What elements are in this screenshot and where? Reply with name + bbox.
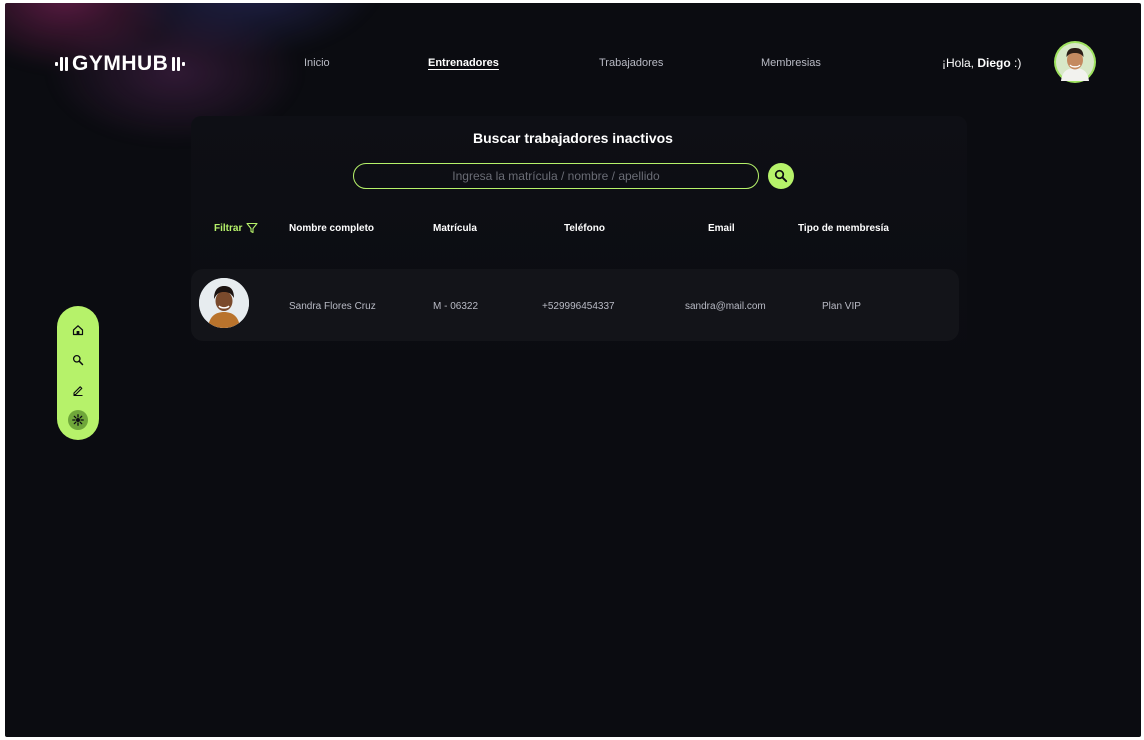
logo-bars-right-icon xyxy=(172,57,186,71)
worker-avatar xyxy=(199,278,249,328)
home-button[interactable] xyxy=(68,320,88,340)
edit-icon xyxy=(73,386,83,396)
search-icon xyxy=(774,169,788,183)
cell-telefono: +529996454337 xyxy=(542,301,615,312)
search-icon xyxy=(72,354,84,366)
user-name: Diego xyxy=(977,56,1011,70)
user-avatar[interactable] xyxy=(1054,41,1096,83)
side-toolbar xyxy=(57,306,99,440)
nav-trabajadores[interactable]: Trabajadores xyxy=(599,57,663,69)
settings-icon xyxy=(72,414,84,426)
column-header-email: Email xyxy=(708,223,735,234)
column-header-name: Nombre completo xyxy=(289,223,375,234)
column-header-matricula: Matrícula xyxy=(433,223,477,234)
greeting-suffix: :) xyxy=(1010,56,1022,70)
app-frame: GYMHUB Inicio Entrenadores Trabajadores … xyxy=(5,3,1141,737)
search-button[interactable] xyxy=(768,163,794,189)
cell-matricula: M - 06322 xyxy=(433,301,479,312)
filter-label: Filtrar xyxy=(214,222,243,234)
filter-icon xyxy=(246,222,258,234)
worker-avatar-image xyxy=(199,278,249,328)
filter-button[interactable]: Filtrar xyxy=(214,222,258,234)
search-nav-button[interactable] xyxy=(68,350,88,370)
user-avatar-image xyxy=(1056,43,1094,81)
page-title: Buscar trabajadores inactivos xyxy=(473,130,673,146)
edit-button[interactable] xyxy=(68,380,88,400)
cell-membresia: Plan VIP xyxy=(822,301,861,312)
gymhub-logo[interactable]: GYMHUB xyxy=(55,52,186,76)
cell-name: Sandra Flores Cruz xyxy=(289,301,376,312)
logo-bars-left-icon xyxy=(55,57,68,71)
nav-inicio[interactable]: Inicio xyxy=(304,57,330,69)
user-greeting: ¡Hola, Diego :) xyxy=(942,56,1021,70)
search-input[interactable] xyxy=(353,163,759,189)
greeting-prefix: ¡Hola, xyxy=(942,56,978,70)
logo-text: GYMHUB xyxy=(72,52,169,75)
nav-membresias[interactable]: Membresias xyxy=(761,57,821,69)
table-row[interactable]: Sandra Flores Cruz M - 06322 +5299964543… xyxy=(191,269,959,341)
settings-button[interactable] xyxy=(68,410,88,430)
home-icon xyxy=(72,325,84,336)
column-header-telefono: Teléfono xyxy=(564,223,605,234)
nav-entrenadores[interactable]: Entrenadores xyxy=(428,57,499,69)
column-header-membresia: Tipo de membresía xyxy=(798,223,889,234)
cell-email: sandra@mail.com xyxy=(685,301,766,312)
